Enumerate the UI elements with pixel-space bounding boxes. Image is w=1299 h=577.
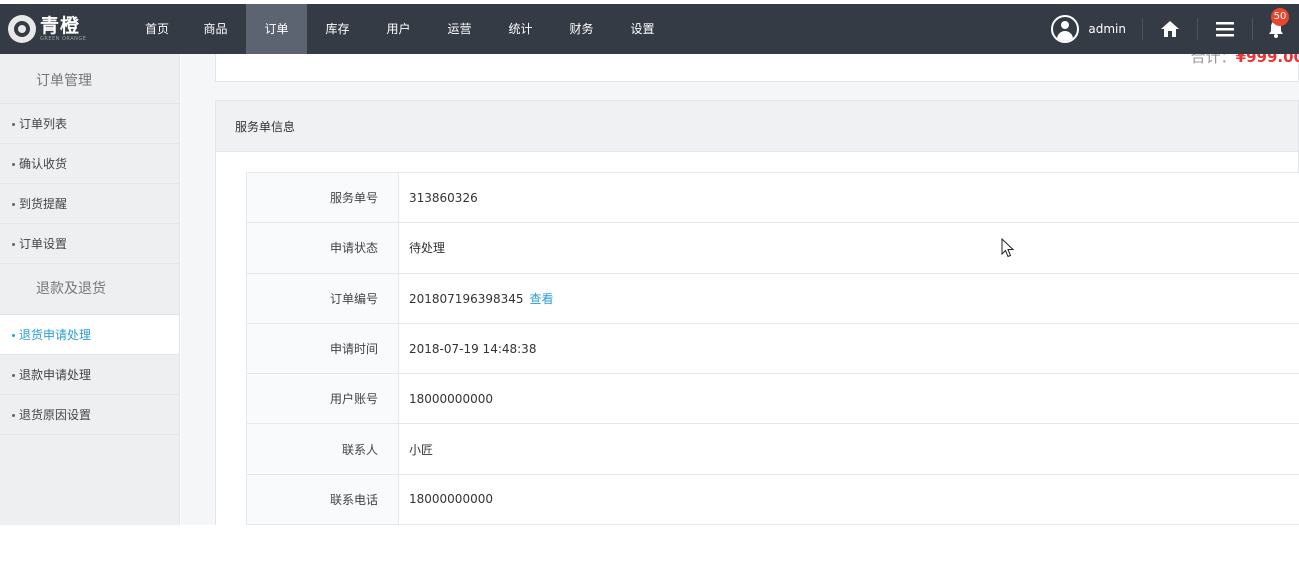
nav-operations[interactable]: 运营: [429, 4, 490, 54]
brand-subtitle: GREEN ORANGE: [40, 36, 87, 42]
field-label: 用户账号: [246, 373, 399, 425]
sidebar-item-confirm-receipt[interactable]: 确认收货: [0, 144, 179, 184]
sidebar-group-order-management: 订单管理: [0, 54, 179, 104]
contact-name-value: 小匠: [398, 423, 1299, 475]
main-nav: 首页 商品 订单 库存 用户 运营 统计 财务 设置: [129, 4, 673, 54]
avatar: [1051, 15, 1080, 43]
table-row: 申请时间 2018-07-19 14:48:38: [246, 322, 1299, 375]
nav-home[interactable]: 首页: [129, 4, 185, 54]
field-label: 联系电话: [246, 473, 399, 525]
bullet-icon: [12, 243, 15, 246]
total-label: 合计：: [1190, 54, 1236, 66]
username: admin: [1088, 22, 1126, 36]
table-row: 用户账号 18000000000: [246, 373, 1299, 425]
field-label: 订单编号: [246, 272, 399, 324]
app-window: 青橙 GREEN ORANGE 首页 商品 订单 库存 用户 运营 统计 财务 …: [0, 0, 1299, 525]
sidebar-item-return-reasons[interactable]: 退货原因设置: [0, 395, 179, 435]
service-order-details: 服务单号 313860326 申请状态 待处理 订单编号 20180719639…: [246, 171, 1299, 525]
status-value: 待处理: [398, 222, 1299, 274]
total-amount: ¥999.00: [1235, 54, 1299, 66]
notifications-button[interactable]: 50: [1253, 8, 1299, 40]
bullet-icon: [12, 123, 15, 126]
brand-logo[interactable]: 青橙 GREEN ORANGE: [8, 12, 86, 46]
user-account-value: 18000000000: [398, 373, 1299, 425]
table-row: 申请状态 待处理: [246, 222, 1299, 274]
bullet-icon: [12, 374, 15, 377]
sidebar: 订单管理 订单列表 确认收货 到货提醒 订单设置 退款及退货 退货申请处理 退款…: [0, 54, 180, 525]
field-label: 服务单号: [246, 171, 399, 224]
service-order-card: 服务单信息 服务单号 313860326 申请状态 待处理 订单编号 20180…: [215, 100, 1299, 525]
service-number-value: 313860326: [398, 171, 1299, 224]
header-tools: admin 50: [1051, 8, 1299, 43]
apply-time-value: 2018-07-19 14:48:38: [398, 322, 1299, 375]
menu-icon: [1216, 22, 1234, 37]
table-row: 联系人 小匠: [246, 423, 1299, 475]
bullet-icon: [12, 414, 15, 417]
main-content: 合计：¥999.00 服务单信息 服务单号 313860326 申请状态 待处理…: [181, 54, 1299, 525]
user-menu[interactable]: admin: [1051, 15, 1143, 43]
top-navbar: 青橙 GREEN ORANGE 首页 商品 订单 库存 用户 运营 统计 财务 …: [0, 4, 1299, 54]
sidebar-item-refund-requests[interactable]: 退款申请处理: [0, 355, 179, 395]
order-summary-panel: 合计：¥999.00: [215, 54, 1299, 82]
notification-count-badge: 50: [1271, 8, 1289, 26]
menu-button[interactable]: [1198, 18, 1253, 40]
nav-orders[interactable]: 订单: [246, 4, 307, 54]
nav-statistics[interactable]: 统计: [490, 4, 551, 54]
mouse-cursor-icon: [1001, 238, 1015, 258]
nav-inventory[interactable]: 库存: [307, 4, 368, 54]
sidebar-item-order-list[interactable]: 订单列表: [0, 104, 179, 144]
section-title: 服务单信息: [216, 101, 1298, 152]
nav-settings[interactable]: 设置: [612, 4, 673, 54]
sidebar-group-refunds-returns: 退款及退货: [0, 264, 179, 315]
field-label: 联系人: [246, 423, 399, 475]
view-order-link[interactable]: 查看: [530, 292, 554, 306]
table-row: 服务单号 313860326: [246, 171, 1299, 224]
bullet-icon: [12, 163, 15, 166]
field-label: 申请时间: [246, 322, 399, 375]
sidebar-item-arrival-reminder[interactable]: 到货提醒: [0, 184, 179, 224]
field-label: 申请状态: [246, 222, 399, 274]
order-total: 合计：¥999.00: [1191, 54, 1299, 67]
blank-area: [0, 525, 1299, 577]
sidebar-item-return-requests[interactable]: 退货申请处理: [0, 315, 179, 355]
nav-goods[interactable]: 商品: [185, 4, 246, 54]
brand-name: 青橙: [40, 15, 81, 37]
logo-icon: [8, 15, 36, 43]
table-row: 联系电话 18000000000: [246, 473, 1299, 525]
nav-users[interactable]: 用户: [368, 4, 429, 54]
table-row: 订单编号 201807196398345 查看: [246, 272, 1299, 324]
bullet-icon: [12, 334, 15, 337]
order-number-value: 201807196398345: [409, 291, 524, 306]
contact-phone-value: 18000000000: [398, 473, 1299, 525]
home-icon: [1161, 21, 1179, 37]
nav-finance[interactable]: 财务: [551, 4, 612, 54]
bullet-icon: [12, 203, 15, 206]
home-button[interactable]: [1143, 18, 1198, 40]
sidebar-item-order-settings[interactable]: 订单设置: [0, 224, 179, 264]
